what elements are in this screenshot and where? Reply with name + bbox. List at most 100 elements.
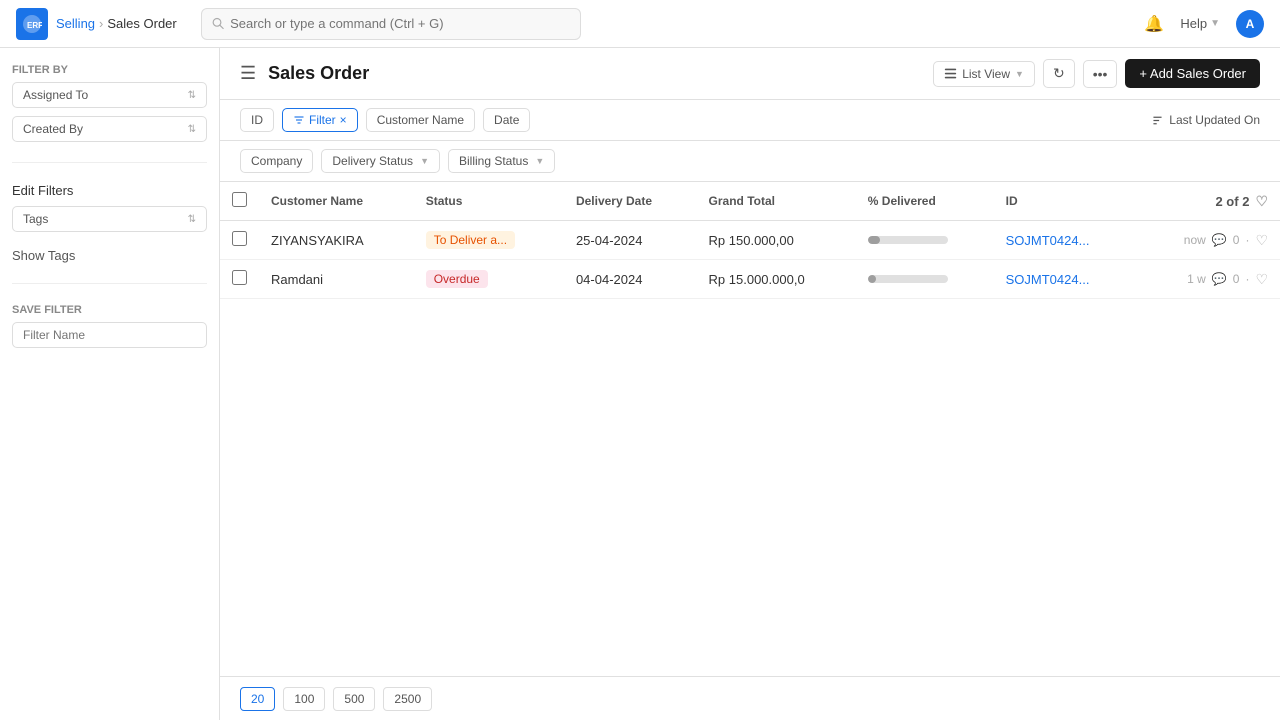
show-tags-section: Show Tags (12, 248, 207, 263)
row-checkbox-cell[interactable] (220, 260, 259, 299)
row-id[interactable]: SOJMT0424... (994, 221, 1137, 260)
row-time-label: 1 w (1187, 272, 1206, 286)
select-all-checkbox[interactable] (232, 192, 247, 207)
row-actions: 1 w 💬 0 · ♡ (1137, 260, 1280, 299)
sort-icon (1151, 114, 1164, 127)
breadcrumb-sales-order[interactable]: Sales Order (107, 16, 176, 31)
comment-icon[interactable]: 💬 (1212, 272, 1227, 286)
filter-bar-row1: ID Filter × Customer Name Date Last Upda… (220, 100, 1280, 141)
progress-bar-fill (868, 275, 876, 283)
breadcrumb-selling[interactable]: Selling (56, 16, 95, 31)
breadcrumb: Selling › Sales Order (56, 16, 177, 31)
created-by-arrow-icon: ⇅ (188, 124, 196, 135)
col-grand-total: Grand Total (697, 182, 856, 221)
edit-filters-label[interactable]: Edit Filters (12, 183, 207, 198)
refresh-button[interactable]: ↻ (1043, 59, 1075, 88)
save-filter-section: Save Filter (12, 304, 207, 348)
row-status: To Deliver a... (414, 221, 564, 260)
tags-arrow-icon: ⇅ (188, 214, 196, 225)
created-by-select[interactable]: Created By ⇅ (12, 116, 207, 142)
status-badge: To Deliver a... (426, 231, 515, 249)
row-customer-name[interactable]: ZIYANSYAKIRA (259, 221, 414, 260)
row-favorite-icon[interactable]: ♡ (1255, 271, 1268, 288)
filter-chip-id[interactable]: ID (240, 108, 274, 132)
col-delivery-date: Delivery Date (564, 182, 697, 221)
row-checkbox[interactable] (232, 270, 247, 285)
progress-bar (868, 236, 948, 244)
bottom-bar: 20 100 500 2500 (220, 676, 1280, 720)
col-select-all[interactable] (220, 182, 259, 221)
filter-name-input[interactable] (12, 322, 207, 348)
sidebar-divider2 (12, 283, 207, 284)
page-size-2500[interactable]: 2500 (383, 687, 432, 711)
breadcrumb-sep1: › (99, 16, 103, 31)
row-favorite-icon[interactable]: ♡ (1255, 232, 1268, 249)
search-icon (212, 17, 224, 30)
filter-chip-company[interactable]: Company (240, 149, 313, 173)
more-options-icon: ••• (1093, 66, 1108, 82)
row-checkbox[interactable] (232, 231, 247, 246)
last-updated-button[interactable]: Last Updated On (1151, 113, 1260, 127)
avatar[interactable]: A (1236, 10, 1264, 38)
filter-close-icon[interactable]: × (340, 113, 347, 127)
table-area: Customer Name Status Delivery Date Grand… (220, 182, 1280, 676)
filter-chip-date-label: Date (494, 113, 519, 127)
row-status: Overdue (414, 260, 564, 299)
assigned-to-label: Assigned To (23, 88, 88, 102)
list-view-icon (944, 67, 957, 80)
page-header: ☰ Sales Order List View ▼ ↻ ••• + Add Sa… (220, 48, 1280, 100)
filter-chip-company-label: Company (251, 154, 302, 168)
help-button[interactable]: Help ▼ (1180, 16, 1220, 31)
content: ☰ Sales Order List View ▼ ↻ ••• + Add Sa… (220, 48, 1280, 720)
row-time-label: now (1184, 233, 1206, 247)
row-grand-total: Rp 150.000,00 (697, 221, 856, 260)
filter-chip-customer-name[interactable]: Customer Name (366, 108, 475, 132)
filter-chip-date[interactable]: Date (483, 108, 530, 132)
comment-count: 0 (1233, 233, 1240, 247)
assigned-to-select[interactable]: Assigned To ⇅ (12, 82, 207, 108)
row-id[interactable]: SOJMT0424... (994, 260, 1137, 299)
dot-separator: · (1245, 233, 1249, 247)
col-customer-name: Customer Name (259, 182, 414, 221)
billing-status-chevron-icon: ▼ (535, 156, 544, 166)
hamburger-icon[interactable]: ☰ (240, 63, 256, 84)
row-actions: now 💬 0 · ♡ (1137, 221, 1280, 260)
tags-select[interactable]: Tags ⇅ (12, 206, 207, 232)
app-logo[interactable]: ERP (16, 8, 48, 40)
filter-by-label: Filter By (12, 64, 207, 76)
filter-bar-row2: Company Delivery Status ▼ Billing Status… (220, 141, 1280, 182)
search-bar[interactable] (201, 8, 581, 40)
filter-by-section: Filter By Assigned To ⇅ Created By ⇅ (12, 64, 207, 142)
svg-text:ERP: ERP (27, 21, 42, 30)
show-tags-label[interactable]: Show Tags (12, 248, 75, 263)
save-filter-label: Save Filter (12, 304, 207, 316)
comment-icon[interactable]: 💬 (1212, 233, 1227, 247)
favorite-icon[interactable]: ♡ (1255, 193, 1268, 210)
edit-filters-section: Edit Filters Tags ⇅ (12, 183, 207, 232)
list-view-button[interactable]: List View ▼ (933, 61, 1035, 87)
page-header-actions: List View ▼ ↻ ••• + Add Sales Order (933, 59, 1260, 88)
navbar: ERP Selling › Sales Order 🔔 Help ▼ A (0, 0, 1280, 48)
search-input[interactable] (230, 16, 570, 31)
page-size-20[interactable]: 20 (240, 687, 275, 711)
filter-chip-customer[interactable]: Filter × (282, 108, 358, 132)
row-checkbox-cell[interactable] (220, 221, 259, 260)
filter-chip-delivery-status-label: Delivery Status (332, 154, 413, 168)
row-customer-name[interactable]: Ramdani (259, 260, 414, 299)
page-size-500[interactable]: 500 (333, 687, 375, 711)
filter-chip-delivery-status[interactable]: Delivery Status ▼ (321, 149, 440, 173)
filter-chip-billing-status[interactable]: Billing Status ▼ (448, 149, 555, 173)
page-size-100[interactable]: 100 (283, 687, 325, 711)
add-sales-order-button[interactable]: + Add Sales Order (1125, 59, 1260, 88)
record-count: 2 of 2 (1215, 194, 1249, 209)
col-status: Status (414, 182, 564, 221)
row-delivery-date: 04-04-2024 (564, 260, 697, 299)
row-grand-total: Rp 15.000.000,0 (697, 260, 856, 299)
filter-chip-id-label: ID (251, 113, 263, 127)
more-options-button[interactable]: ••• (1083, 60, 1118, 88)
created-by-label: Created By (23, 122, 83, 136)
list-view-label: List View (962, 67, 1010, 81)
status-badge: Overdue (426, 270, 488, 288)
notification-bell-icon[interactable]: 🔔 (1144, 14, 1164, 34)
row-percent-delivered (856, 221, 994, 260)
